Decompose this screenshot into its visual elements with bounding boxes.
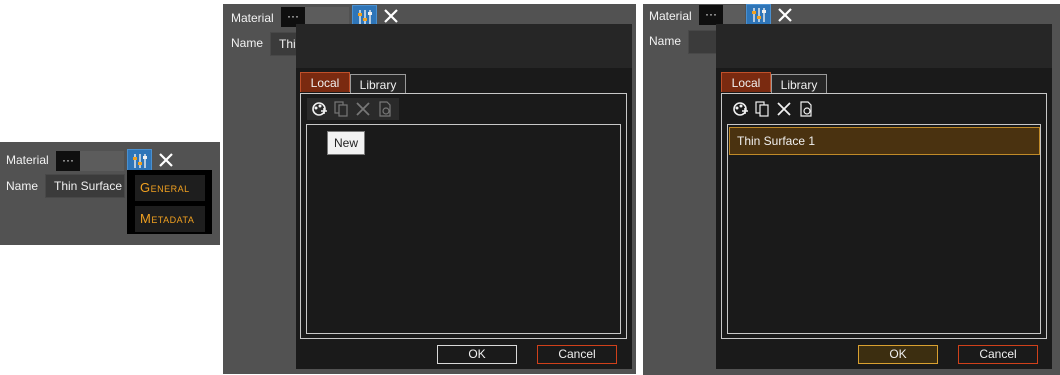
cancel-button[interactable]: Cancel xyxy=(958,345,1038,364)
tab-local[interactable]: Local xyxy=(721,72,771,92)
ok-button[interactable]: OK xyxy=(858,345,938,364)
name-label: Name xyxy=(649,34,682,48)
toolbar xyxy=(728,98,820,120)
new-material-icon[interactable] xyxy=(310,100,328,118)
adjust-icon xyxy=(752,8,766,22)
close-icon[interactable] xyxy=(383,8,399,24)
tooltip: New xyxy=(327,131,365,155)
name-field[interactable]: Thin Surface xyxy=(45,174,125,198)
copy-icon[interactable] xyxy=(753,100,771,118)
delete-icon[interactable] xyxy=(354,100,372,118)
toolbar xyxy=(307,98,399,120)
material-list[interactable] xyxy=(727,124,1041,334)
properties-menu: General Metadata xyxy=(127,170,212,234)
material-list[interactable] xyxy=(306,124,621,334)
material-browse-button[interactable]: ··· xyxy=(699,5,723,25)
dialog-header xyxy=(716,24,1052,68)
cancel-button[interactable]: Cancel xyxy=(537,345,617,364)
properties-button[interactable] xyxy=(746,4,771,26)
material-label: Material xyxy=(6,153,49,167)
material-browse-button[interactable]: ··· xyxy=(56,151,80,171)
new-material-icon[interactable] xyxy=(731,100,749,118)
material-label: Material xyxy=(231,11,274,25)
tab-library[interactable]: Library xyxy=(771,74,827,94)
tab-library[interactable]: Library xyxy=(350,74,406,94)
delete-icon[interactable] xyxy=(775,100,793,118)
copy-icon[interactable] xyxy=(332,100,350,118)
export-icon[interactable] xyxy=(376,100,394,118)
material-slot[interactable] xyxy=(80,151,124,171)
export-icon[interactable] xyxy=(797,100,815,118)
menu-item-metadata[interactable]: Metadata xyxy=(135,206,205,232)
dialog-header xyxy=(296,24,632,68)
tab-local[interactable]: Local xyxy=(300,72,350,92)
material-slot[interactable] xyxy=(723,5,745,25)
close-icon[interactable] xyxy=(158,152,174,168)
menu-item-general[interactable]: General xyxy=(135,175,205,201)
material-label: Material xyxy=(649,9,692,23)
name-field[interactable] xyxy=(688,30,718,54)
ok-button[interactable]: OK xyxy=(437,345,517,364)
list-item[interactable]: Thin Surface 1 xyxy=(729,127,1040,155)
name-label: Name xyxy=(231,36,264,50)
close-icon[interactable] xyxy=(777,7,793,23)
adjust-icon xyxy=(133,154,147,168)
name-label: Name xyxy=(6,179,39,193)
